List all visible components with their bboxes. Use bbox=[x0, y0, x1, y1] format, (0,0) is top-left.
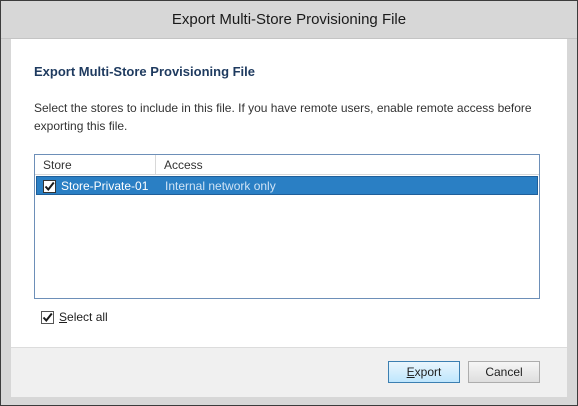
store-row-checkbox[interactable] bbox=[43, 180, 56, 193]
checkmark-icon bbox=[44, 181, 55, 192]
title-bar[interactable]: Export Multi-Store Provisioning File bbox=[1, 1, 577, 39]
window-frame-left bbox=[1, 39, 11, 405]
window-title: Export Multi-Store Provisioning File bbox=[171, 11, 407, 28]
store-name-cell: Store-Private-01 bbox=[61, 179, 149, 193]
export-accelerator: E bbox=[406, 365, 415, 379]
select-all-label-text: elect all bbox=[67, 310, 108, 324]
checkmark-icon bbox=[42, 312, 53, 323]
dialog-footer: Export Cancel bbox=[11, 347, 567, 397]
stores-grid[interactable]: Store Access Store-Private-01 Internal n… bbox=[34, 154, 540, 299]
cancel-button[interactable]: Cancel bbox=[468, 361, 540, 383]
select-all-accelerator: S bbox=[59, 310, 68, 324]
column-header-store[interactable]: Store bbox=[35, 155, 156, 175]
table-row[interactable]: Store-Private-01 Internal network only bbox=[36, 176, 538, 195]
export-dialog-window: Export Multi-Store Provisioning File Exp… bbox=[0, 0, 578, 406]
access-cell: Internal network only bbox=[165, 179, 276, 193]
export-label-text: xport bbox=[414, 365, 442, 379]
select-all-checkbox[interactable] bbox=[41, 311, 54, 324]
window-frame-right bbox=[567, 39, 577, 405]
dialog-heading: Export Multi-Store Provisioning File bbox=[34, 64, 256, 79]
export-button[interactable]: Export bbox=[388, 361, 460, 383]
grid-header: Store Access bbox=[35, 155, 539, 175]
dialog-content: Export Multi-Store Provisioning File Sel… bbox=[11, 39, 567, 347]
column-header-access[interactable]: Access bbox=[156, 155, 203, 175]
instructions-text: Select the stores to include in this fil… bbox=[34, 101, 532, 133]
select-all-label[interactable]: Select all bbox=[59, 310, 108, 324]
